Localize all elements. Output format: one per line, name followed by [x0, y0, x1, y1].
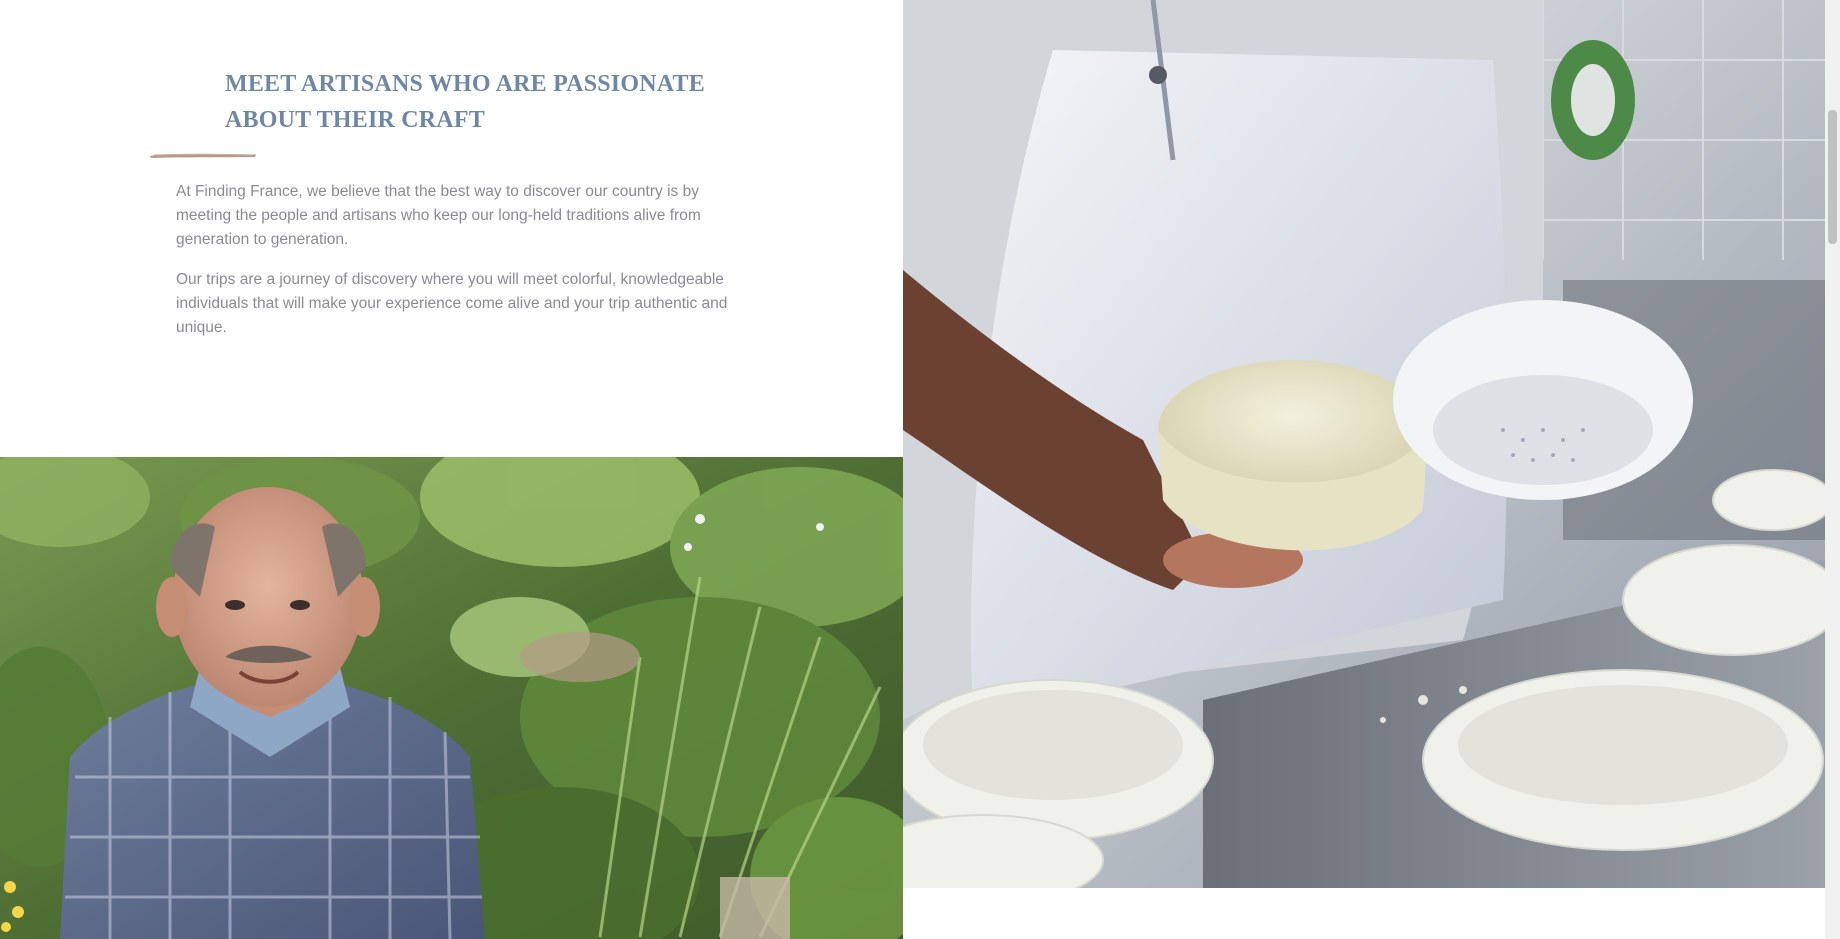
intro-paragraph-2: Our trips are a journey of discovery whe… [176, 271, 728, 336]
scrollbar-thumb[interactable] [1828, 110, 1837, 244]
page: MEET ARTISANS WHO ARE PASSIONATE ABOUT T… [0, 0, 1825, 939]
section-title-line1: MEET ARTISANS WHO ARE PASSIONATE [225, 71, 705, 97]
page-scrollbar[interactable] [1825, 0, 1840, 939]
brush-underline-decoration [150, 153, 256, 158]
section-title: MEET ARTISANS WHO ARE PASSIONATE ABOUT T… [225, 66, 745, 138]
section-title-line2: ABOUT THEIR CRAFT [225, 107, 485, 133]
artisans-intro-section: MEET ARTISANS WHO ARE PASSIONATE ABOUT T… [0, 0, 903, 457]
section-bottom-spacer [903, 888, 1825, 939]
cheesemaker-photo [903, 0, 1825, 888]
artisan-gardener-photo [0, 457, 903, 939]
intro-paragraph-1: At Finding France, we believe that the b… [176, 183, 701, 248]
